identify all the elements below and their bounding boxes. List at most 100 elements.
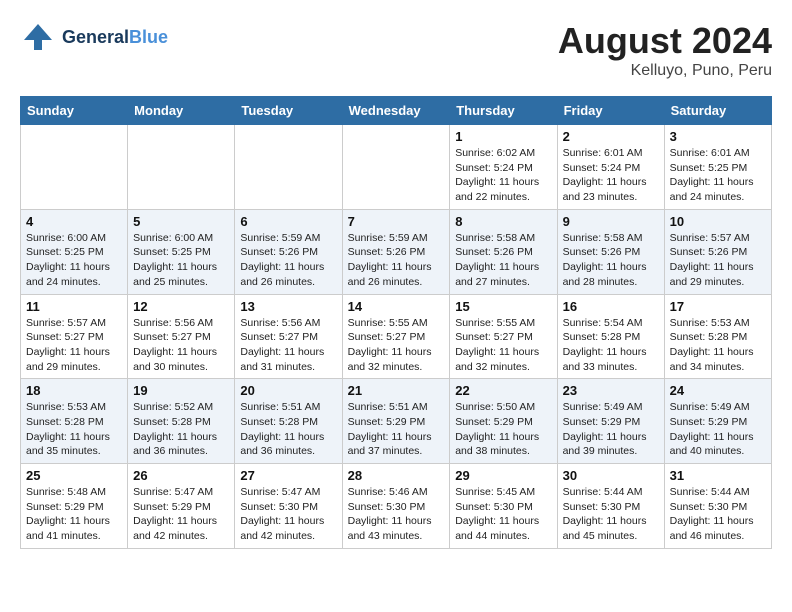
day-number: 18: [26, 383, 122, 398]
logo: GeneralBlue: [20, 20, 168, 56]
week-row-2: 4 Sunrise: 6:00 AMSunset: 5:25 PMDaylight…: [21, 209, 772, 294]
day-info: Sunrise: 5:51 AMSunset: 5:28 PMDaylight:…: [240, 400, 336, 459]
day-info: Sunrise: 5:56 AMSunset: 5:27 PMDaylight:…: [240, 316, 336, 375]
day-number: 7: [348, 214, 445, 229]
day-info: Sunrise: 6:00 AMSunset: 5:25 PMDaylight:…: [26, 231, 122, 290]
day-number: 27: [240, 468, 336, 483]
day-info: Sunrise: 6:00 AMSunset: 5:25 PMDaylight:…: [133, 231, 229, 290]
calendar-cell: 18 Sunrise: 5:53 AMSunset: 5:28 PMDayligh…: [21, 379, 128, 464]
day-number: 23: [563, 383, 659, 398]
calendar-cell: 14 Sunrise: 5:55 AMSunset: 5:27 PMDayligh…: [342, 294, 450, 379]
day-number: 1: [455, 129, 551, 144]
calendar-cell: 1 Sunrise: 6:02 AMSunset: 5:24 PMDaylight…: [450, 125, 557, 210]
calendar-cell: 23 Sunrise: 5:49 AMSunset: 5:29 PMDayligh…: [557, 379, 664, 464]
day-number: 2: [563, 129, 659, 144]
day-number: 26: [133, 468, 229, 483]
week-row-1: 1 Sunrise: 6:02 AMSunset: 5:24 PMDaylight…: [21, 125, 772, 210]
day-number: 9: [563, 214, 659, 229]
day-info: Sunrise: 5:59 AMSunset: 5:26 PMDaylight:…: [240, 231, 336, 290]
day-info: Sunrise: 5:44 AMSunset: 5:30 PMDaylight:…: [563, 485, 659, 544]
day-info: Sunrise: 5:53 AMSunset: 5:28 PMDaylight:…: [26, 400, 122, 459]
weekday-header-sunday: Sunday: [21, 97, 128, 125]
calendar-cell: 4 Sunrise: 6:00 AMSunset: 5:25 PMDaylight…: [21, 209, 128, 294]
calendar-table: SundayMondayTuesdayWednesdayThursdayFrid…: [20, 96, 772, 549]
calendar-cell: 17 Sunrise: 5:53 AMSunset: 5:28 PMDayligh…: [664, 294, 771, 379]
calendar-cell: [235, 125, 342, 210]
day-info: Sunrise: 5:50 AMSunset: 5:29 PMDaylight:…: [455, 400, 551, 459]
calendar-cell: 22 Sunrise: 5:50 AMSunset: 5:29 PMDayligh…: [450, 379, 557, 464]
calendar-cell: [342, 125, 450, 210]
weekday-header-wednesday: Wednesday: [342, 97, 450, 125]
day-info: Sunrise: 5:57 AMSunset: 5:26 PMDaylight:…: [670, 231, 766, 290]
calendar-cell: 27Sunrise: 5:47 AMSunset: 5:30 PMDayligh…: [235, 464, 342, 549]
page-header: GeneralBlue August 2024 Kelluyo, Puno, P…: [20, 20, 772, 80]
weekday-header-monday: Monday: [128, 97, 235, 125]
calendar-cell: 3Sunrise: 6:01 AMSunset: 5:25 PMDaylight…: [664, 125, 771, 210]
day-number: 30: [563, 468, 659, 483]
day-info: Sunrise: 5:55 AMSunset: 5:27 PMDaylight:…: [348, 316, 445, 375]
day-info: Sunrise: 5:49 AMSunset: 5:29 PMDaylight:…: [670, 400, 766, 459]
weekday-header-thursday: Thursday: [450, 97, 557, 125]
day-info: Sunrise: 5:55 AMSunset: 5:27 PMDaylight:…: [455, 316, 551, 375]
calendar-body: 1 Sunrise: 6:02 AMSunset: 5:24 PMDaylight…: [21, 125, 772, 549]
day-number: 28: [348, 468, 445, 483]
calendar-cell: 13 Sunrise: 5:56 AMSunset: 5:27 PMDayligh…: [235, 294, 342, 379]
day-info: Sunrise: 5:58 AMSunset: 5:26 PMDaylight:…: [563, 231, 659, 290]
day-info: Sunrise: 5:47 AMSunset: 5:29 PMDaylight:…: [133, 485, 229, 544]
calendar-cell: 24Sunrise: 5:49 AMSunset: 5:29 PMDayligh…: [664, 379, 771, 464]
day-number: 15: [455, 299, 551, 314]
calendar-cell: 6 Sunrise: 5:59 AMSunset: 5:26 PMDaylight…: [235, 209, 342, 294]
day-info: Sunrise: 5:48 AMSunset: 5:29 PMDaylight:…: [26, 485, 122, 544]
location: Kelluyo, Puno, Peru: [558, 62, 772, 80]
day-number: 22: [455, 383, 551, 398]
calendar-cell: 2Sunrise: 6:01 AMSunset: 5:24 PMDaylight…: [557, 125, 664, 210]
logo-text: GeneralBlue: [62, 28, 168, 48]
day-number: 14: [348, 299, 445, 314]
calendar-cell: 11 Sunrise: 5:57 AMSunset: 5:27 PMDayligh…: [21, 294, 128, 379]
day-number: 5: [133, 214, 229, 229]
day-info: Sunrise: 5:56 AMSunset: 5:27 PMDaylight:…: [133, 316, 229, 375]
day-info: Sunrise: 5:46 AMSunset: 5:30 PMDaylight:…: [348, 485, 445, 544]
day-number: 4: [26, 214, 122, 229]
calendar-cell: 10 Sunrise: 5:57 AMSunset: 5:26 PMDayligh…: [664, 209, 771, 294]
month-title: August 2024: [558, 20, 772, 62]
calendar-cell: 19Sunrise: 5:52 AMSunset: 5:28 PMDayligh…: [128, 379, 235, 464]
day-number: 17: [670, 299, 766, 314]
day-info: Sunrise: 6:02 AMSunset: 5:24 PMDaylight:…: [455, 146, 551, 205]
day-number: 13: [240, 299, 336, 314]
day-info: Sunrise: 5:44 AMSunset: 5:30 PMDaylight:…: [670, 485, 766, 544]
day-number: 10: [670, 214, 766, 229]
calendar-cell: 16Sunrise: 5:54 AMSunset: 5:28 PMDayligh…: [557, 294, 664, 379]
calendar-cell: [128, 125, 235, 210]
week-row-5: 25 Sunrise: 5:48 AMSunset: 5:29 PMDayligh…: [21, 464, 772, 549]
week-row-4: 18 Sunrise: 5:53 AMSunset: 5:28 PMDayligh…: [21, 379, 772, 464]
title-block: August 2024 Kelluyo, Puno, Peru: [558, 20, 772, 80]
day-info: Sunrise: 5:53 AMSunset: 5:28 PMDaylight:…: [670, 316, 766, 375]
calendar-cell: [21, 125, 128, 210]
weekday-header-friday: Friday: [557, 97, 664, 125]
day-number: 31: [670, 468, 766, 483]
calendar-cell: 9 Sunrise: 5:58 AMSunset: 5:26 PMDaylight…: [557, 209, 664, 294]
calendar-cell: 28 Sunrise: 5:46 AMSunset: 5:30 PMDayligh…: [342, 464, 450, 549]
weekday-header-saturday: Saturday: [664, 97, 771, 125]
calendar-cell: 21Sunrise: 5:51 AMSunset: 5:29 PMDayligh…: [342, 379, 450, 464]
week-row-3: 11 Sunrise: 5:57 AMSunset: 5:27 PMDayligh…: [21, 294, 772, 379]
day-info: Sunrise: 5:57 AMSunset: 5:27 PMDaylight:…: [26, 316, 122, 375]
calendar-cell: 7Sunrise: 5:59 AMSunset: 5:26 PMDaylight…: [342, 209, 450, 294]
day-number: 12: [133, 299, 229, 314]
day-info: Sunrise: 5:58 AMSunset: 5:26 PMDaylight:…: [455, 231, 551, 290]
day-number: 29: [455, 468, 551, 483]
day-number: 25: [26, 468, 122, 483]
day-info: Sunrise: 6:01 AMSunset: 5:25 PMDaylight:…: [670, 146, 766, 205]
calendar-cell: 20Sunrise: 5:51 AMSunset: 5:28 PMDayligh…: [235, 379, 342, 464]
day-info: Sunrise: 5:49 AMSunset: 5:29 PMDaylight:…: [563, 400, 659, 459]
weekday-header-tuesday: Tuesday: [235, 97, 342, 125]
day-number: 6: [240, 214, 336, 229]
day-number: 8: [455, 214, 551, 229]
calendar-cell: 8 Sunrise: 5:58 AMSunset: 5:26 PMDaylight…: [450, 209, 557, 294]
calendar-cell: 26 Sunrise: 5:47 AMSunset: 5:29 PMDayligh…: [128, 464, 235, 549]
day-number: 11: [26, 299, 122, 314]
logo-icon: [20, 20, 56, 56]
day-info: Sunrise: 5:54 AMSunset: 5:28 PMDaylight:…: [563, 316, 659, 375]
day-info: Sunrise: 5:52 AMSunset: 5:28 PMDaylight:…: [133, 400, 229, 459]
